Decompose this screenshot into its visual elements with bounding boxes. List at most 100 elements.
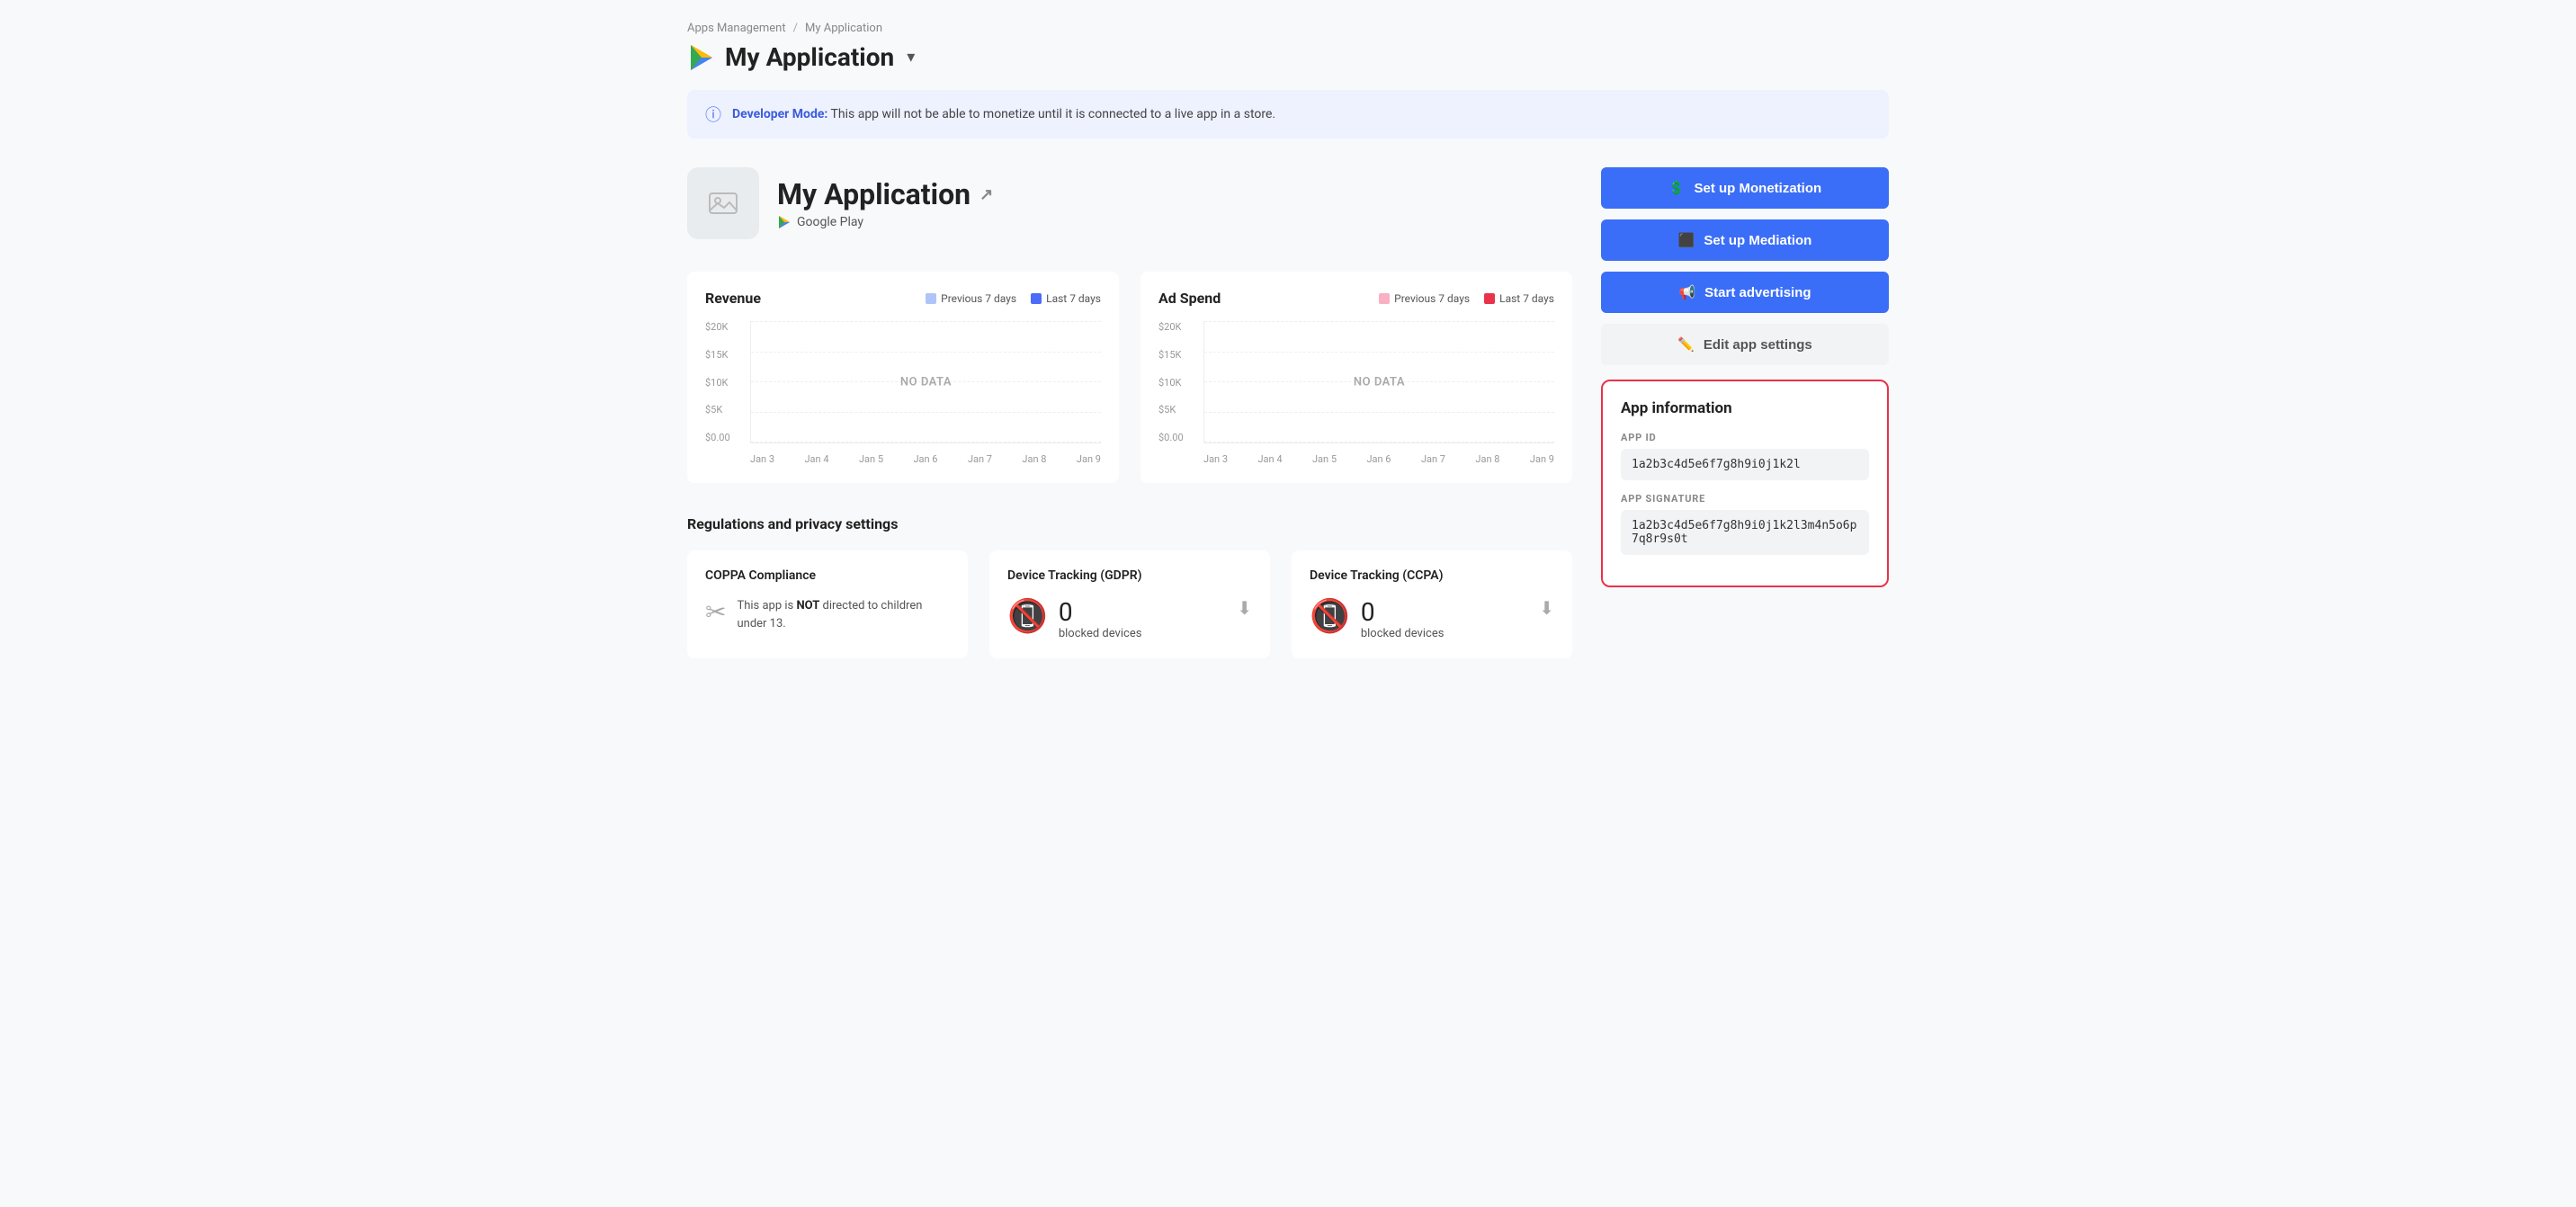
revenue-legend-last: Last 7 days (1031, 292, 1101, 305)
app-signature-label: APP SIGNATURE (1621, 493, 1869, 505)
app-signature-field: APP SIGNATURE 1a2b3c4d5e6f7g8h9i0j1k2l3m… (1621, 493, 1869, 555)
adspend-y-axis: $20K $15K $10K $5K $0.00 (1158, 321, 1198, 443)
device-ccpa-icon: 📵 (1310, 597, 1350, 635)
page-title: My Application (725, 42, 894, 72)
adspend-legend-last: Last 7 days (1484, 292, 1554, 305)
developer-mode-label: Developer Mode: (732, 107, 827, 121)
google-play-icon (687, 43, 716, 72)
revenue-y-15k: $15K (705, 349, 745, 361)
gdpr-label: blocked devices (1059, 627, 1142, 640)
app-information-card: App information APP ID 1a2b3c4d5e6f7g8h9… (1601, 380, 1889, 587)
start-advertising-button[interactable]: 📢 Start advertising (1601, 272, 1889, 313)
gdpr-download-icon[interactable]: ⬇ (1237, 597, 1252, 619)
gdpr-title: Device Tracking (GDPR) (1007, 568, 1252, 583)
adspend-legend-prev: Previous 7 days (1379, 292, 1470, 305)
charts-row: Revenue Previous 7 days Last 7 days (687, 272, 1572, 483)
adspend-y-15k: $15K (1158, 349, 1198, 361)
app-info-row: My Application ↗ Google Play (687, 167, 1572, 239)
coppa-content: ✂ This app is NOT directed to children u… (705, 597, 950, 632)
ccpa-label: blocked devices (1361, 627, 1445, 640)
adspend-y-20k: $20K (1158, 321, 1198, 333)
coppa-text: This app is NOT directed to children und… (737, 597, 950, 632)
mediation-icon: ⬛ (1678, 232, 1695, 248)
adspend-x-jan8: Jan 8 (1475, 453, 1499, 465)
app-name-title: My Application ↗ (777, 177, 993, 211)
revenue-chart-title: Revenue (705, 290, 761, 307)
revenue-chart-legend: Previous 7 days Last 7 days (926, 292, 1101, 305)
ccpa-card: Device Tracking (CCPA) 📵 0 blocked devic… (1292, 550, 1572, 658)
revenue-x-jan6: Jan 6 (913, 453, 937, 465)
adspend-x-axis: Jan 3 Jan 4 Jan 5 Jan 6 Jan 7 Jan 8 Jan … (1203, 453, 1554, 465)
revenue-chart-header: Revenue Previous 7 days Last 7 days (705, 290, 1101, 307)
adspend-chart-header: Ad Spend Previous 7 days Last 7 days (1158, 290, 1554, 307)
revenue-x-jan5: Jan 5 (859, 453, 883, 465)
gridline-a5 (1204, 442, 1554, 443)
adspend-x-jan9: Jan 9 (1530, 453, 1554, 465)
adspend-y-0: $0.00 (1158, 432, 1198, 443)
revenue-y-10k: $10K (705, 377, 745, 389)
set-up-mediation-button[interactable]: ⬛ Set up Mediation (1601, 219, 1889, 261)
left-column: My Application ↗ Google Play (687, 167, 1572, 658)
ccpa-count: 0 (1361, 597, 1445, 627)
revenue-x-jan7: Jan 7 (968, 453, 992, 465)
revenue-chart-area: $20K $15K $10K $5K $0.00 (705, 321, 1101, 465)
adspend-x-jan4: Jan 4 (1257, 453, 1282, 465)
app-id-label: APP ID (1621, 432, 1869, 443)
gridline-1 (751, 321, 1101, 322)
gridline-5 (751, 442, 1101, 443)
breadcrumb: Apps Management / My Application (687, 22, 1889, 35)
adspend-x-jan5: Jan 5 (1312, 453, 1337, 465)
revenue-no-data: NO DATA (900, 375, 952, 389)
adspend-chart-card: Ad Spend Previous 7 days Last 7 days (1140, 272, 1572, 483)
breadcrumb-parent[interactable]: Apps Management (687, 22, 786, 35)
breadcrumb-separator: / (793, 22, 798, 35)
gridline-a4 (1204, 412, 1554, 413)
edit-settings-label: Edit app settings (1704, 337, 1812, 353)
developer-mode-banner: ⓘ Developer Mode: This app will not be a… (687, 90, 1889, 139)
revenue-y-axis: $20K $15K $10K $5K $0.00 (705, 321, 745, 443)
revenue-y-5k: $5K (705, 404, 745, 416)
ccpa-content: 📵 0 blocked devices ⬇ (1310, 597, 1554, 640)
adspend-chart-area: $20K $15K $10K $5K $0.00 (1158, 321, 1554, 465)
image-placeholder-icon (707, 187, 739, 219)
revenue-prev-label: Previous 7 days (941, 292, 1016, 305)
developer-mode-message: This app will not be able to monetize un… (831, 107, 1276, 121)
gdpr-count-row: 0 blocked devices (1059, 597, 1142, 640)
revenue-x-jan8: Jan 8 (1022, 453, 1046, 465)
adspend-chart-title: Ad Spend (1158, 290, 1221, 307)
set-up-monetization-button[interactable]: 💲 Set up Monetization (1601, 167, 1889, 209)
ccpa-count-row: 0 blocked devices (1361, 597, 1445, 640)
gridline-2 (751, 352, 1101, 353)
edit-app-settings-button[interactable]: ✏️ Edit app settings (1601, 324, 1889, 365)
revenue-last-label: Last 7 days (1046, 292, 1101, 305)
revenue-x-axis: Jan 3 Jan 4 Jan 5 Jan 6 Jan 7 Jan 8 Jan … (750, 453, 1101, 465)
adspend-no-data: NO DATA (1354, 375, 1405, 389)
ccpa-download-icon[interactable]: ⬇ (1539, 597, 1554, 619)
developer-mode-text: Developer Mode: This app will not be abl… (732, 107, 1275, 121)
gdpr-card: Device Tracking (GDPR) 📵 0 blocked devic… (989, 550, 1270, 658)
app-dropdown-button[interactable]: ▾ (907, 48, 915, 67)
adspend-last-dot (1484, 293, 1495, 304)
info-icon: ⓘ (705, 103, 721, 126)
adspend-y-5k: $5K (1158, 404, 1198, 416)
regulations-grid: COPPA Compliance ✂ This app is NOT direc… (687, 550, 1572, 658)
coppa-pre: This app is (737, 599, 796, 612)
adspend-x-jan7: Jan 7 (1421, 453, 1445, 465)
external-link-icon[interactable]: ↗ (979, 185, 993, 204)
app-signature-value: 1a2b3c4d5e6f7g8h9i0j1k2l3m4n5o6p7q8r9s0t (1621, 510, 1869, 555)
coppa-card: COPPA Compliance ✂ This app is NOT direc… (687, 550, 968, 658)
advertising-icon: 📢 (1678, 284, 1695, 300)
revenue-x-jan4: Jan 4 (804, 453, 828, 465)
adspend-x-jan6: Jan 6 (1366, 453, 1391, 465)
app-display-name: My Application (777, 177, 970, 211)
advertising-label: Start advertising (1704, 285, 1811, 300)
edit-settings-icon: ✏️ (1677, 336, 1695, 353)
gridline-4 (751, 412, 1101, 413)
regulations-section: Regulations and privacy settings COPPA C… (687, 515, 1572, 658)
revenue-y-20k: $20K (705, 321, 745, 333)
app-id-field: APP ID 1a2b3c4d5e6f7g8h9i0j1k2l (1621, 432, 1869, 480)
gdpr-count: 0 (1059, 597, 1142, 627)
app-information-title: App information (1621, 399, 1869, 417)
adspend-y-10k: $10K (1158, 377, 1198, 389)
app-platform-label: Google Play (797, 215, 863, 229)
